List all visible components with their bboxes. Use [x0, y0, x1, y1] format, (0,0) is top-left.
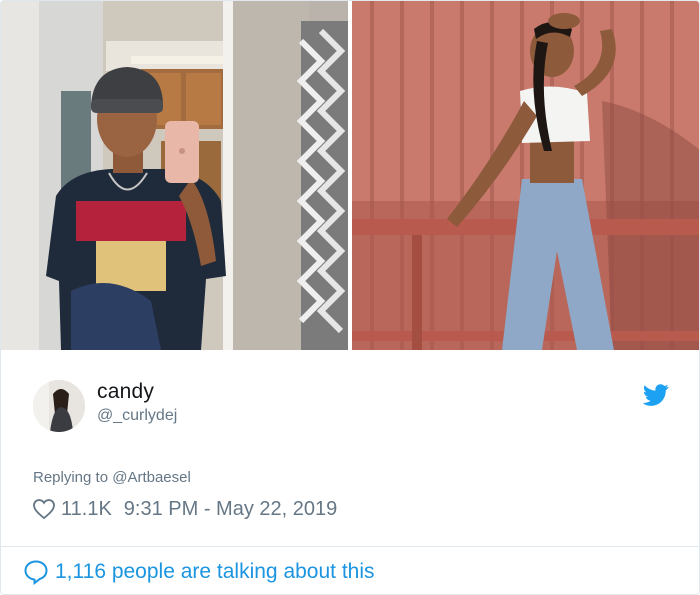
replying-prefix: Replying to [33, 469, 109, 486]
tweet-card: candy @_curlydej Replying to @Artbaesel … [0, 0, 700, 595]
discussion-count-text[interactable]: 1,116 people are talking about this [55, 560, 375, 584]
avatar[interactable] [33, 380, 85, 432]
tweet-photo-right[interactable] [352, 1, 699, 350]
tweet-media-grid[interactable] [1, 1, 699, 350]
discussion-link[interactable]: 1,116 people are talking about this [23, 558, 375, 586]
twitter-bird-icon[interactable] [643, 384, 669, 406]
replying-to-handle[interactable]: @Artbaesel [112, 469, 191, 486]
reply-context: Replying to @Artbaesel [33, 469, 191, 486]
tweet-photo-left[interactable] [1, 1, 348, 350]
tweet-timestamp[interactable]: 9:31 PM - May 22, 2019 [124, 498, 337, 521]
display-name[interactable]: candy [97, 380, 154, 404]
heart-outline-icon[interactable] [33, 499, 55, 519]
speech-bubble-icon [23, 559, 49, 585]
tweet-header: candy @_curlydej [1, 350, 699, 460]
mirror-selfie-image [1, 1, 348, 350]
profile-photo-image [33, 380, 85, 432]
like-count[interactable]: 11.1K [61, 498, 112, 521]
tweet-meta: 11.1K 9:31 PM - May 22, 2019 [33, 496, 337, 522]
posing-photo-image [352, 1, 699, 350]
footer-divider [1, 546, 699, 547]
user-handle[interactable]: @_curlydej [97, 407, 177, 425]
